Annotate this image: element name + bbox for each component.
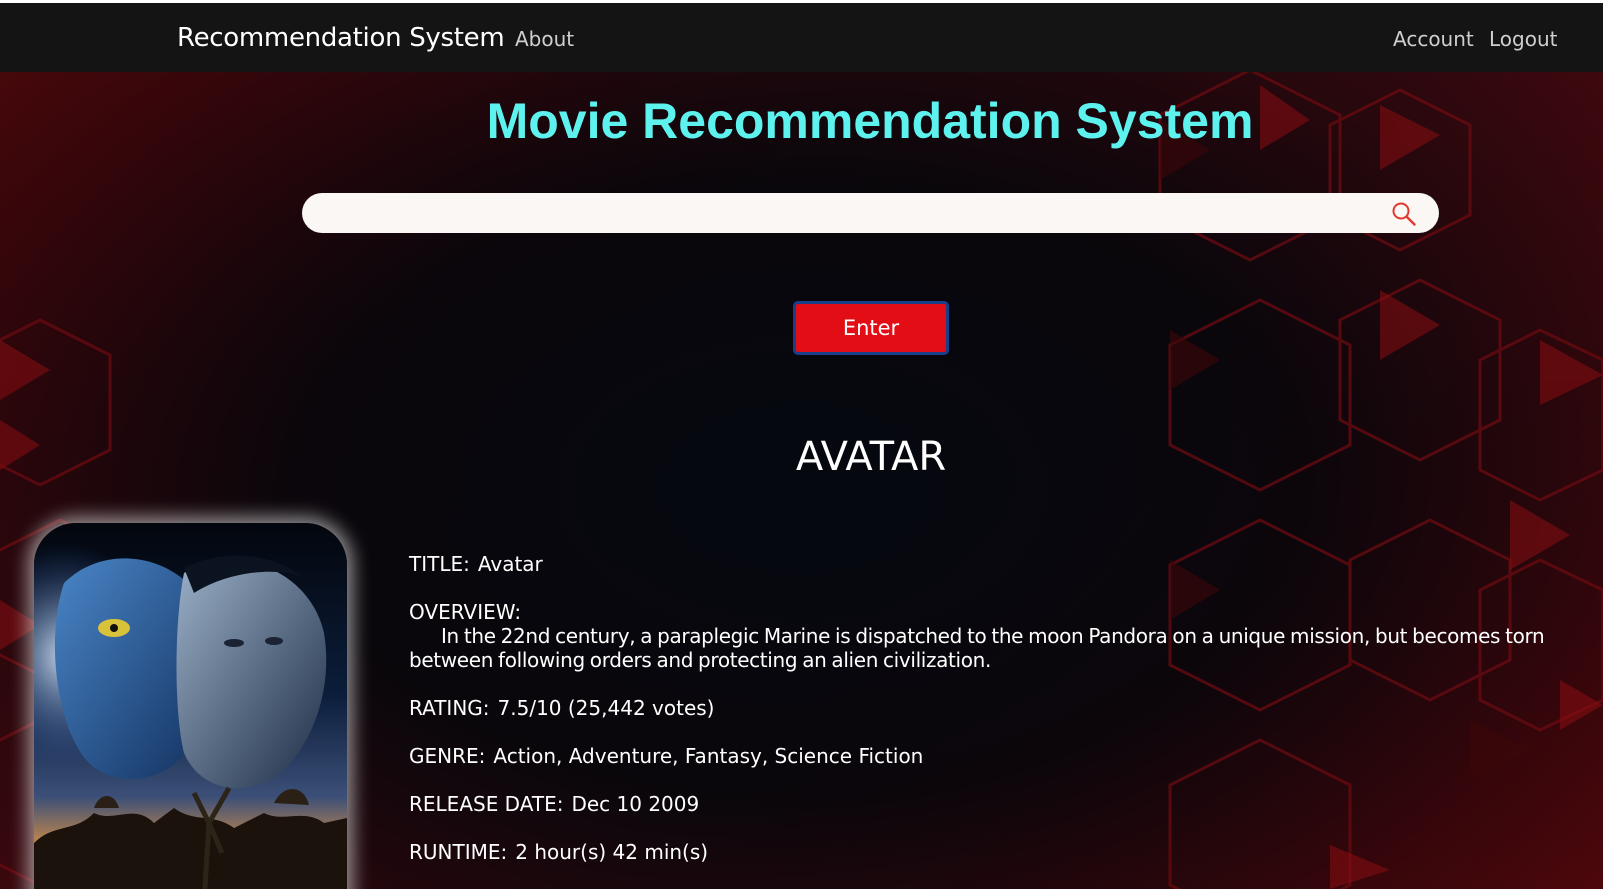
runtime-label: RUNTIME: [409, 840, 508, 864]
poster-artwork [34, 523, 347, 889]
search-bar [302, 193, 1439, 235]
search-input[interactable] [320, 193, 1384, 235]
nav-logout-link[interactable]: Logout [1489, 27, 1557, 51]
release-date-label: RELEASE DATE: [409, 792, 564, 816]
release-date-value: Dec 10 2009 [571, 792, 700, 816]
movie-details: TITLE: Avatar OVERVIEW: In the 22nd centu… [409, 552, 1603, 888]
runtime-value: 2 hour(s) 42 min(s) [515, 840, 709, 864]
rating-value: 7.5/10 (25,442 votes) [497, 696, 715, 720]
search-icon[interactable] [1391, 201, 1417, 227]
runtime-row: RUNTIME: 2 hour(s) 42 min(s) [409, 840, 1603, 864]
title-row: TITLE: Avatar [409, 552, 1603, 576]
title-label: TITLE: [409, 552, 470, 576]
rating-row: RATING: 7.5/10 (25,442 votes) [409, 696, 1603, 720]
nav-account-link[interactable]: Account [1393, 27, 1474, 51]
movie-heading: AVATAR [795, 434, 947, 480]
overview-value: In the 22nd century, a paraplegic Marine… [409, 624, 1545, 672]
enter-button[interactable]: Enter [793, 301, 949, 355]
genre-value: Action, Adventure, Fantasy, Science Fict… [493, 744, 924, 768]
overview-label: OVERVIEW: [409, 600, 522, 624]
page: Recommendation System About Account Logo… [0, 0, 1603, 889]
genre-label: GENRE: [409, 744, 486, 768]
navbar: Recommendation System About Account Logo… [0, 3, 1603, 72]
movie-poster [34, 523, 347, 889]
nav-about-link[interactable]: About [515, 27, 574, 51]
rating-label: RATING: [409, 696, 490, 720]
title-value: Avatar [477, 552, 543, 576]
release-date-row: RELEASE DATE: Dec 10 2009 [409, 792, 1603, 816]
brand-link[interactable]: Recommendation System [177, 23, 505, 53]
genre-row: GENRE: Action, Adventure, Fantasy, Scienc… [409, 744, 1603, 768]
page-title: Movie Recommendation System [486, 93, 1254, 149]
overview-row: OVERVIEW: In the 22nd century, a paraple… [409, 600, 1603, 672]
